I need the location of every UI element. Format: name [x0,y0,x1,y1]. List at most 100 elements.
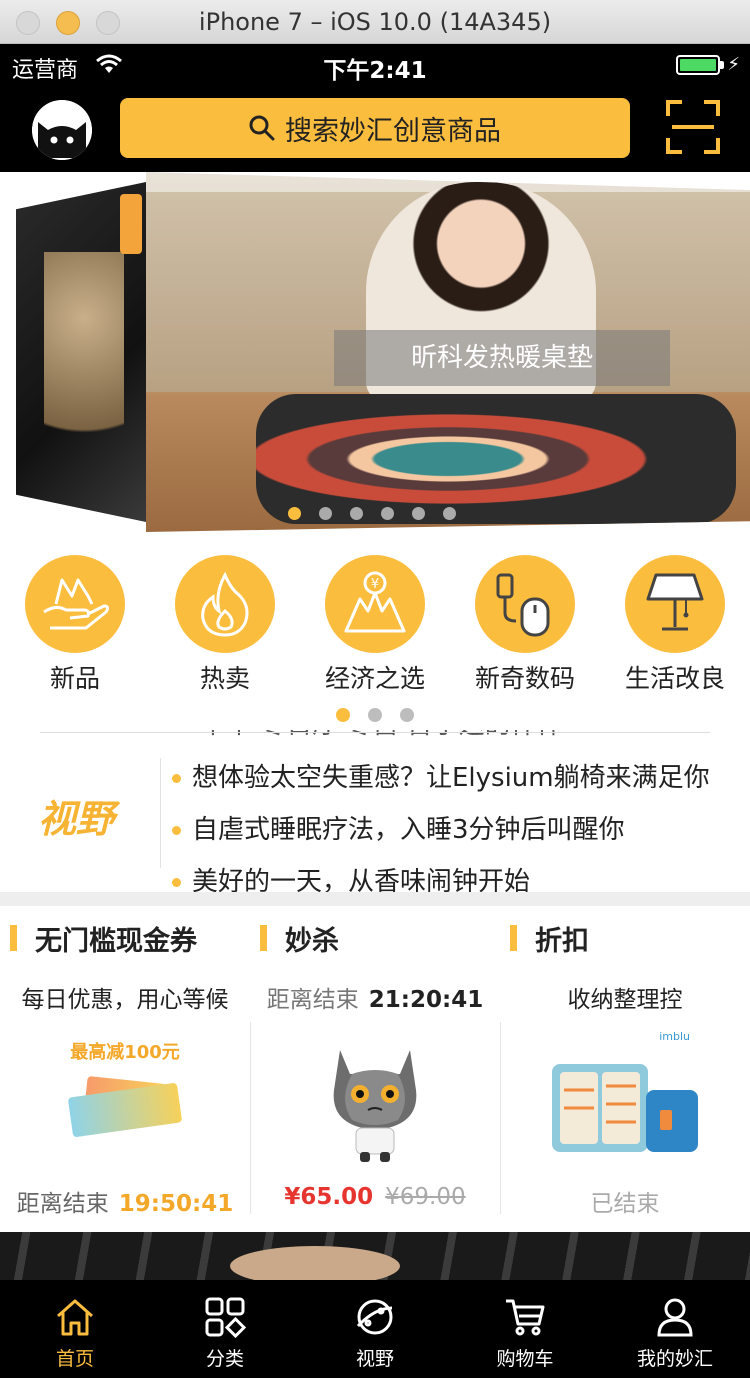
deal-header: 无门槛现金券 [10,920,197,957]
mouse-icon [496,573,550,637]
deal-title: 折扣 [535,925,589,957]
deal-price: ¥65.00 ¥69.00 [250,1184,500,1210]
tab-vision[interactable]: 视野 [300,1280,450,1378]
deal-subtitle: 收纳整理控 [567,987,683,1013]
cat-avatar-icon [32,100,92,160]
countdown-timer: 19:50:41 [118,1191,234,1217]
news-item[interactable]: 想体验太空失重感？让Elysium躺椅来满足你 [170,752,730,804]
category-page-dot[interactable] [336,708,350,722]
tab-home[interactable]: 首页 [0,1280,150,1378]
coupon-ticket [67,1082,183,1138]
planet-icon [356,1299,393,1335]
cart-icon [506,1299,545,1336]
category-label: 新奇数码 [474,664,575,693]
banner-dot[interactable] [412,507,425,520]
category-digital[interactable]: 新奇数码 [450,555,600,695]
avatar[interactable] [32,100,92,160]
category-label: 新品 [49,664,100,693]
deal-flash-sale[interactable]: 妙杀 距离结束 21:20:41 ¥65.00 ¥69.00 [250,906,500,1232]
accent-bar [260,925,267,951]
home-icon [57,1299,93,1336]
tab-label: 我的妙汇 [636,1348,713,1370]
scan-icon[interactable] [666,100,720,154]
news-list: 想体验太空失重感？让Elysium躺椅来满足你 自虐式睡眠疗法，入睡3分钟后叫醒… [170,752,730,892]
deal-header: 折扣 [510,920,589,957]
deal-subtitle: 距离结束 21:20:41 [250,980,500,1014]
tab-category[interactable]: 分类 [150,1280,300,1378]
deal-title: 妙杀 [285,925,339,957]
accent-bar [510,925,517,951]
status-time: 下午2:41 [323,58,427,84]
coupon-image: 最高减100元 [50,1030,200,1170]
banner-previous-slide [16,182,146,522]
news-item[interactable]: 自虐式睡眠疗法，入睡3分钟后叫醒你 [170,804,730,856]
battery-tip [720,61,724,69]
category-digital-circle [475,555,575,653]
desk-mat-photo [256,394,736,524]
category-label: 热卖 [199,664,250,693]
countdown-label: 距离结束 [16,1191,109,1217]
category-life-circle [625,555,725,653]
tab-cart[interactable]: 购物车 [450,1280,600,1378]
flame-icon [201,571,249,637]
hand-icon [43,578,110,630]
pet-image [44,252,124,472]
deal-header: 妙杀 [260,920,339,957]
category-page-dot[interactable] [400,708,414,722]
banner-page-indicator [288,507,456,520]
tab-label: 购物车 [496,1348,554,1370]
original-price: ¥69.00 [385,1184,466,1210]
svg-text:¥: ¥ [371,577,379,592]
category-hot[interactable]: 热卖 [150,555,300,695]
category-life[interactable]: 生活改良 [600,555,750,695]
search-placeholder: 搜索妙汇创意商品 [285,115,501,147]
category-icon [205,1297,246,1338]
deal-title: 无门槛现金券 [35,925,197,957]
banner-caption: 昕科发热暖桌垫 [334,330,670,386]
tab-bar: 首页 分类 视野 购物车 我的妙汇 [0,1280,750,1378]
deal-countdown: 距离结束 19:50:41 [0,1184,250,1218]
tab-label: 分类 [205,1348,244,1370]
banner-dot[interactable] [350,507,363,520]
tab-label: 首页 [55,1348,94,1370]
countdown-timer: 21:20:41 [368,987,484,1013]
category-new[interactable]: 新品 [0,555,150,695]
simulator-title-bar: iPhone 7 – iOS 10.0 (14A345) [0,0,750,44]
organizer-bag-image: imblu [552,1030,698,1152]
search-icon [249,115,275,141]
sale-price: ¥65.00 [284,1184,374,1210]
banner-carousel[interactable]: 昕科发热暖桌垫 [0,172,750,532]
coupon-image-text: 最高减100元 [70,1042,180,1063]
category-label: 经济之选 [324,664,425,693]
countdown-label: 距离结束 [266,987,359,1013]
vision-section: 中华 冬日厅 冬宫 台子运的件件 视野 想体验太空失重感？让Elysium躺椅来… [0,730,750,892]
banner-dot[interactable] [319,507,332,520]
category-hot-circle [175,555,275,653]
ended-label: 已结束 [590,1191,660,1217]
brand-label: imblu [659,1030,690,1043]
news-item[interactable]: 美好的一天，从香味闹钟开始 [170,856,730,892]
tab-label: 视野 [355,1348,394,1370]
banner-dot[interactable] [381,507,394,520]
home-header: 搜索妙汇创意商品 [0,86,750,172]
category-row: 新品 热卖 ¥ 经济之选 新奇数码 生活改良 [0,555,750,695]
feature-banner-preview[interactable] [0,1232,750,1286]
category-label: 生活改良 [624,664,725,693]
category-budget[interactable]: ¥ 经济之选 [300,555,450,695]
yen-mountain-icon: ¥ [344,571,406,633]
tab-profile[interactable]: 我的妙汇 [600,1280,750,1378]
new-tag [120,194,142,254]
charging-icon: ⚡ [727,54,740,75]
search-bar[interactable]: 搜索妙汇创意商品 [120,98,630,158]
deal-coupon[interactable]: 无门槛现金券 每日优惠，用心等候 最高减100元 距离结束 19:50:41 [0,906,250,1232]
lamp-icon [646,573,704,631]
divider [160,758,161,868]
banner-dot[interactable] [443,507,456,520]
banner-dot[interactable] [288,507,301,520]
vision-logo[interactable]: 视野 [38,788,114,843]
simulator-title: iPhone 7 – iOS 10.0 (14A345) [198,8,552,36]
category-page-dot[interactable] [368,708,382,722]
category-budget-circle: ¥ [325,555,425,653]
deal-discount[interactable]: 折扣 收纳整理控 imblu 已结束 [500,906,750,1232]
category-page-indicator [336,708,414,722]
